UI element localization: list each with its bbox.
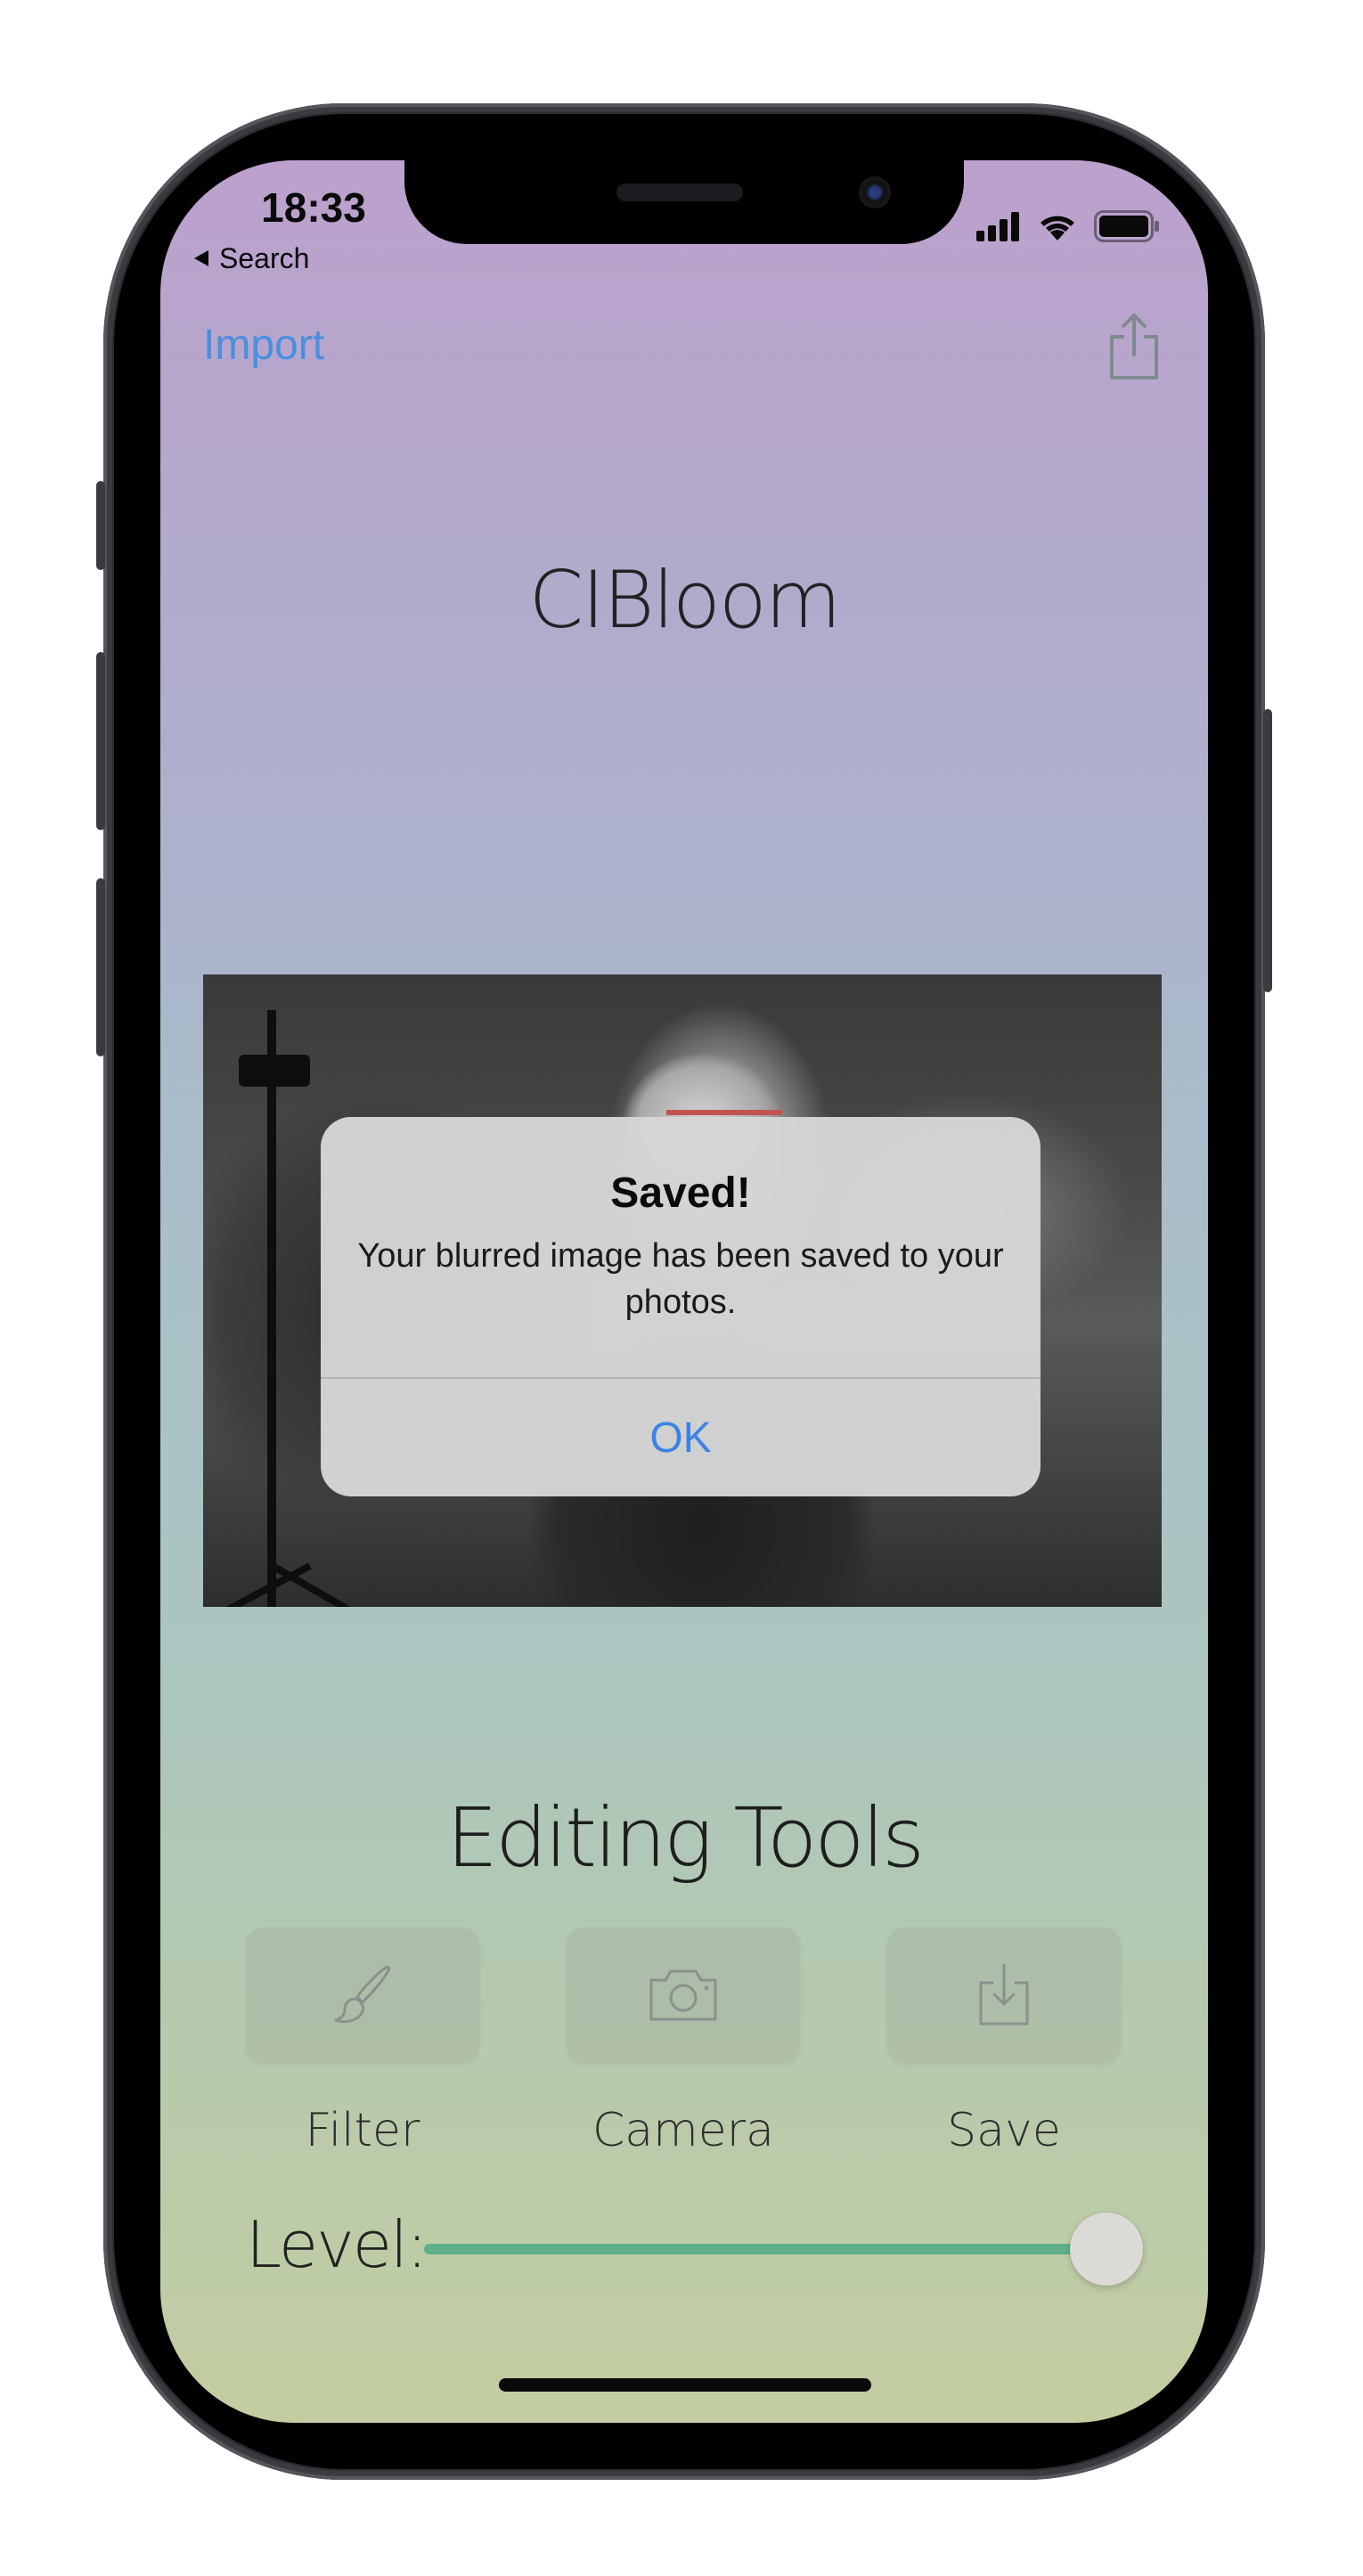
camera-label: Camera — [592, 2104, 775, 2157]
wifi-icon — [1037, 211, 1078, 245]
speaker-grille — [616, 183, 743, 201]
screen: 18:33 Search Import CIBloom Saved! Your … — [160, 160, 1208, 2423]
save-label: Save — [947, 2104, 1061, 2157]
notch — [404, 160, 964, 244]
status-icons — [976, 210, 1160, 246]
download-icon — [975, 1960, 1032, 2031]
alert-ok-button[interactable]: OK — [321, 1379, 1041, 1496]
level-slider-thumb[interactable] — [1070, 2213, 1143, 2286]
filter-button[interactable] — [246, 1928, 479, 2063]
volume-up-button — [96, 652, 105, 830]
light-stand-leg-left — [214, 1562, 312, 1607]
level-slider-track[interactable] — [424, 2244, 1124, 2254]
volume-down-button — [96, 878, 105, 1056]
back-triangle-icon — [192, 242, 210, 275]
alert-message: Your blurred image has been saved to you… — [357, 1237, 1004, 1321]
share-icon — [1106, 314, 1162, 385]
save-button[interactable] — [887, 1928, 1121, 2063]
alert-title: Saved! — [610, 1170, 751, 1217]
home-indicator — [499, 2378, 871, 2392]
battery-icon — [1094, 210, 1160, 246]
light-stand-head — [239, 1055, 310, 1087]
camera-icon — [646, 1962, 721, 2028]
share-button[interactable] — [1106, 310, 1162, 381]
filter-label: Filter — [305, 2104, 420, 2157]
editing-tools-title: Editing Tools — [445, 1790, 925, 1886]
status-time: 18:33 — [261, 184, 366, 231]
back-to-search-button[interactable]: Search — [192, 242, 309, 275]
light-stand-pole — [267, 1010, 276, 1607]
front-camera — [859, 176, 891, 208]
light-stand-leg-right — [271, 1562, 383, 1607]
silent-switch — [96, 481, 105, 570]
cellular-signal-icon — [976, 211, 1021, 245]
app-title: CIBloom — [528, 554, 842, 646]
power-button — [1263, 709, 1272, 992]
import-button[interactable]: Import — [203, 321, 324, 370]
paintbrush-icon — [329, 1960, 396, 2031]
camera-button[interactable] — [567, 1928, 800, 2063]
saved-alert-dialog: Saved! Your blurred image has been saved… — [321, 1117, 1041, 1496]
back-label: Search — [219, 242, 310, 274]
level-label: Level: — [246, 2207, 428, 2282]
photo-red-accent — [666, 1110, 782, 1115]
